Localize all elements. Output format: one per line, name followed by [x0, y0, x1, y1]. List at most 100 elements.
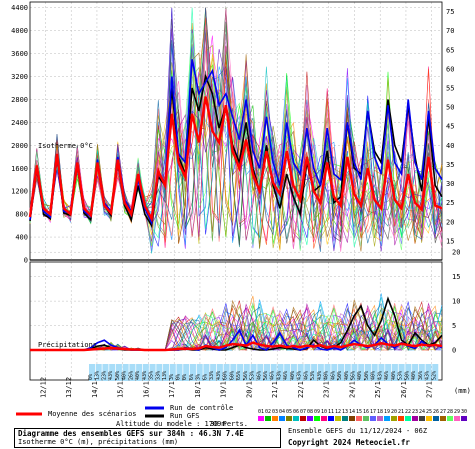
pct-label-13: 0% — [176, 374, 182, 380]
ytick-left-2400: 2400 — [11, 119, 28, 127]
pct-label-27: 46% — [270, 371, 276, 380]
ytick-right-70: 70 — [446, 27, 454, 35]
ytick-left-4400: 4400 — [11, 4, 28, 12]
pert-legend-swatch-18 — [377, 416, 383, 421]
ytick-right-65: 65 — [446, 46, 454, 54]
pert-legend-swatch-03 — [272, 416, 278, 421]
pert-legend-swatch-24 — [419, 416, 425, 421]
pct-label-36: 46% — [330, 371, 336, 380]
pert-legend-swatch-25 — [426, 416, 432, 421]
pert-legend-swatch-13 — [342, 416, 348, 421]
pert-legend-swatch-19 — [384, 416, 390, 421]
pct-label-20: 60% — [223, 371, 229, 380]
pct-label-47: 50% — [404, 371, 410, 380]
pert-legend-label-22: 22 — [405, 409, 411, 415]
pert-legend-label-11: 11 — [328, 409, 334, 415]
pert-legend-swatch-23 — [412, 416, 418, 421]
pct-label-8: 43% — [142, 371, 148, 380]
ytick-right-75: 75 — [446, 8, 454, 16]
pert-legend-label-24: 24 — [419, 409, 425, 415]
footer-subtitle: Isotherme 0°C (m), précipitations (mm) — [18, 438, 179, 446]
xtick-12/12: 12/12 — [39, 377, 47, 398]
pert-legend-swatch-09 — [314, 416, 320, 421]
ytick-right-60: 60 — [446, 65, 454, 73]
pert-legend-label-20: 20 — [391, 409, 397, 415]
pert-legend-swatch-14 — [349, 416, 355, 421]
pert-legend-label-21: 21 — [398, 409, 404, 415]
pert-legend-label-02: 02 — [265, 409, 271, 415]
ytick-left-3600: 3600 — [11, 50, 28, 58]
pct-label-16: 3% — [196, 374, 202, 380]
pct-label-39: 56% — [351, 371, 357, 380]
pct-label-50: 43% — [425, 371, 431, 380]
ytick-left-4000: 4000 — [11, 27, 28, 35]
precip-label: Précipitations — [38, 341, 97, 349]
pert-legend-swatch-01 — [258, 416, 264, 421]
pert-legend-swatch-04 — [279, 416, 285, 421]
pert-legend-swatch-26 — [433, 416, 439, 421]
pct-label-34: 43% — [317, 371, 323, 380]
pct-label-33: 53% — [310, 371, 316, 380]
footer-title: Diagramme des ensembles GEFS sur 384h : … — [18, 429, 244, 438]
pct-label-45: 40% — [391, 371, 397, 380]
ytick-left-1200: 1200 — [11, 188, 28, 196]
pert-legend-swatch-12 — [335, 416, 341, 421]
legend-control-label: Run de contrôle — [170, 404, 233, 412]
pct-label-25: 46% — [256, 371, 262, 380]
pert-legend-swatch-28 — [447, 416, 453, 421]
pct-label-12: 3% — [169, 374, 175, 380]
ytick-left-800: 800 — [15, 211, 28, 219]
pct-label-14: 0% — [182, 374, 188, 380]
pert-legend-label-07: 07 — [300, 409, 306, 415]
pert-legend-label-04: 04 — [279, 409, 285, 415]
pct-label-35: 40% — [324, 371, 330, 380]
pct-label-22: 65% — [236, 371, 242, 380]
pert-legend-label-09: 09 — [314, 409, 320, 415]
pert-legend-label-15: 15 — [356, 409, 362, 415]
pct-label-6: 26% — [128, 371, 134, 380]
ytick-left-2000: 2000 — [11, 142, 28, 150]
ytick-left-0: 0 — [24, 257, 28, 265]
pert-legend-swatch-29 — [454, 416, 460, 421]
pct-label-18: 33% — [209, 371, 215, 380]
pct-label-37: 50% — [337, 371, 343, 380]
pert-legend-label-14: 14 — [349, 409, 355, 415]
pct-label-40: 40% — [357, 371, 363, 380]
ytick-right-25: 25 — [446, 199, 454, 207]
precip-ytick-right-15: 15 — [452, 273, 460, 281]
ytick-right-40: 40 — [446, 142, 454, 150]
pert-legend-swatch-07 — [300, 416, 306, 421]
pct-label-11: 13% — [162, 371, 168, 380]
pct-label-29: 46% — [283, 371, 289, 380]
pert-legend-swatch-05 — [286, 416, 292, 421]
legend-gfs-label: Run GFS — [170, 412, 200, 420]
pct-label-43: 43% — [377, 371, 383, 380]
pert-legend-label-05: 05 — [286, 409, 292, 415]
pert-legend-label-01: 01 — [258, 409, 264, 415]
pert-legend-label-28: 28 — [447, 409, 453, 415]
pct-label-23: 56% — [243, 371, 249, 380]
precip-ytick-right-0: 0 — [452, 347, 456, 355]
ensemble-chart: 0400800120016002000240028003200360040004… — [0, 0, 475, 449]
footer-box: Diagramme des ensembles GEFS sur 384h : … — [14, 428, 281, 448]
pct-label-0: 0% — [88, 374, 94, 380]
pct-label-19: 43% — [216, 371, 222, 380]
pert-legend-label-13: 13 — [342, 409, 348, 415]
pert-legend-swatch-21 — [398, 416, 404, 421]
pert-legend-swatch-15 — [356, 416, 362, 421]
pct-label-48: 40% — [411, 371, 417, 380]
pert-legend-swatch-11 — [328, 416, 334, 421]
pert-legend-swatch-20 — [391, 416, 397, 421]
legend-mean-label: Moyenne des scénarios — [48, 410, 137, 418]
precipitation-probability-row: 0% 13% 23% 43% 50% 40% 26% 40% 43% 35% 33% 13% 3% 0% 0… — [88, 364, 439, 381]
precip-ytick-right-20: 20 — [452, 249, 460, 257]
pct-label-5: 40% — [122, 371, 128, 380]
precip-unit: (mm) — [454, 387, 471, 395]
pert-legend-label-23: 23 — [412, 409, 418, 415]
ytick-right-55: 55 — [446, 85, 454, 93]
precip-ytick-right-5: 5 — [452, 322, 456, 330]
ytick-right-20: 20 — [446, 218, 454, 226]
ytick-left-3200: 3200 — [11, 73, 28, 81]
pct-label-26: 56% — [263, 371, 269, 380]
ytick-right-35: 35 — [446, 161, 454, 169]
